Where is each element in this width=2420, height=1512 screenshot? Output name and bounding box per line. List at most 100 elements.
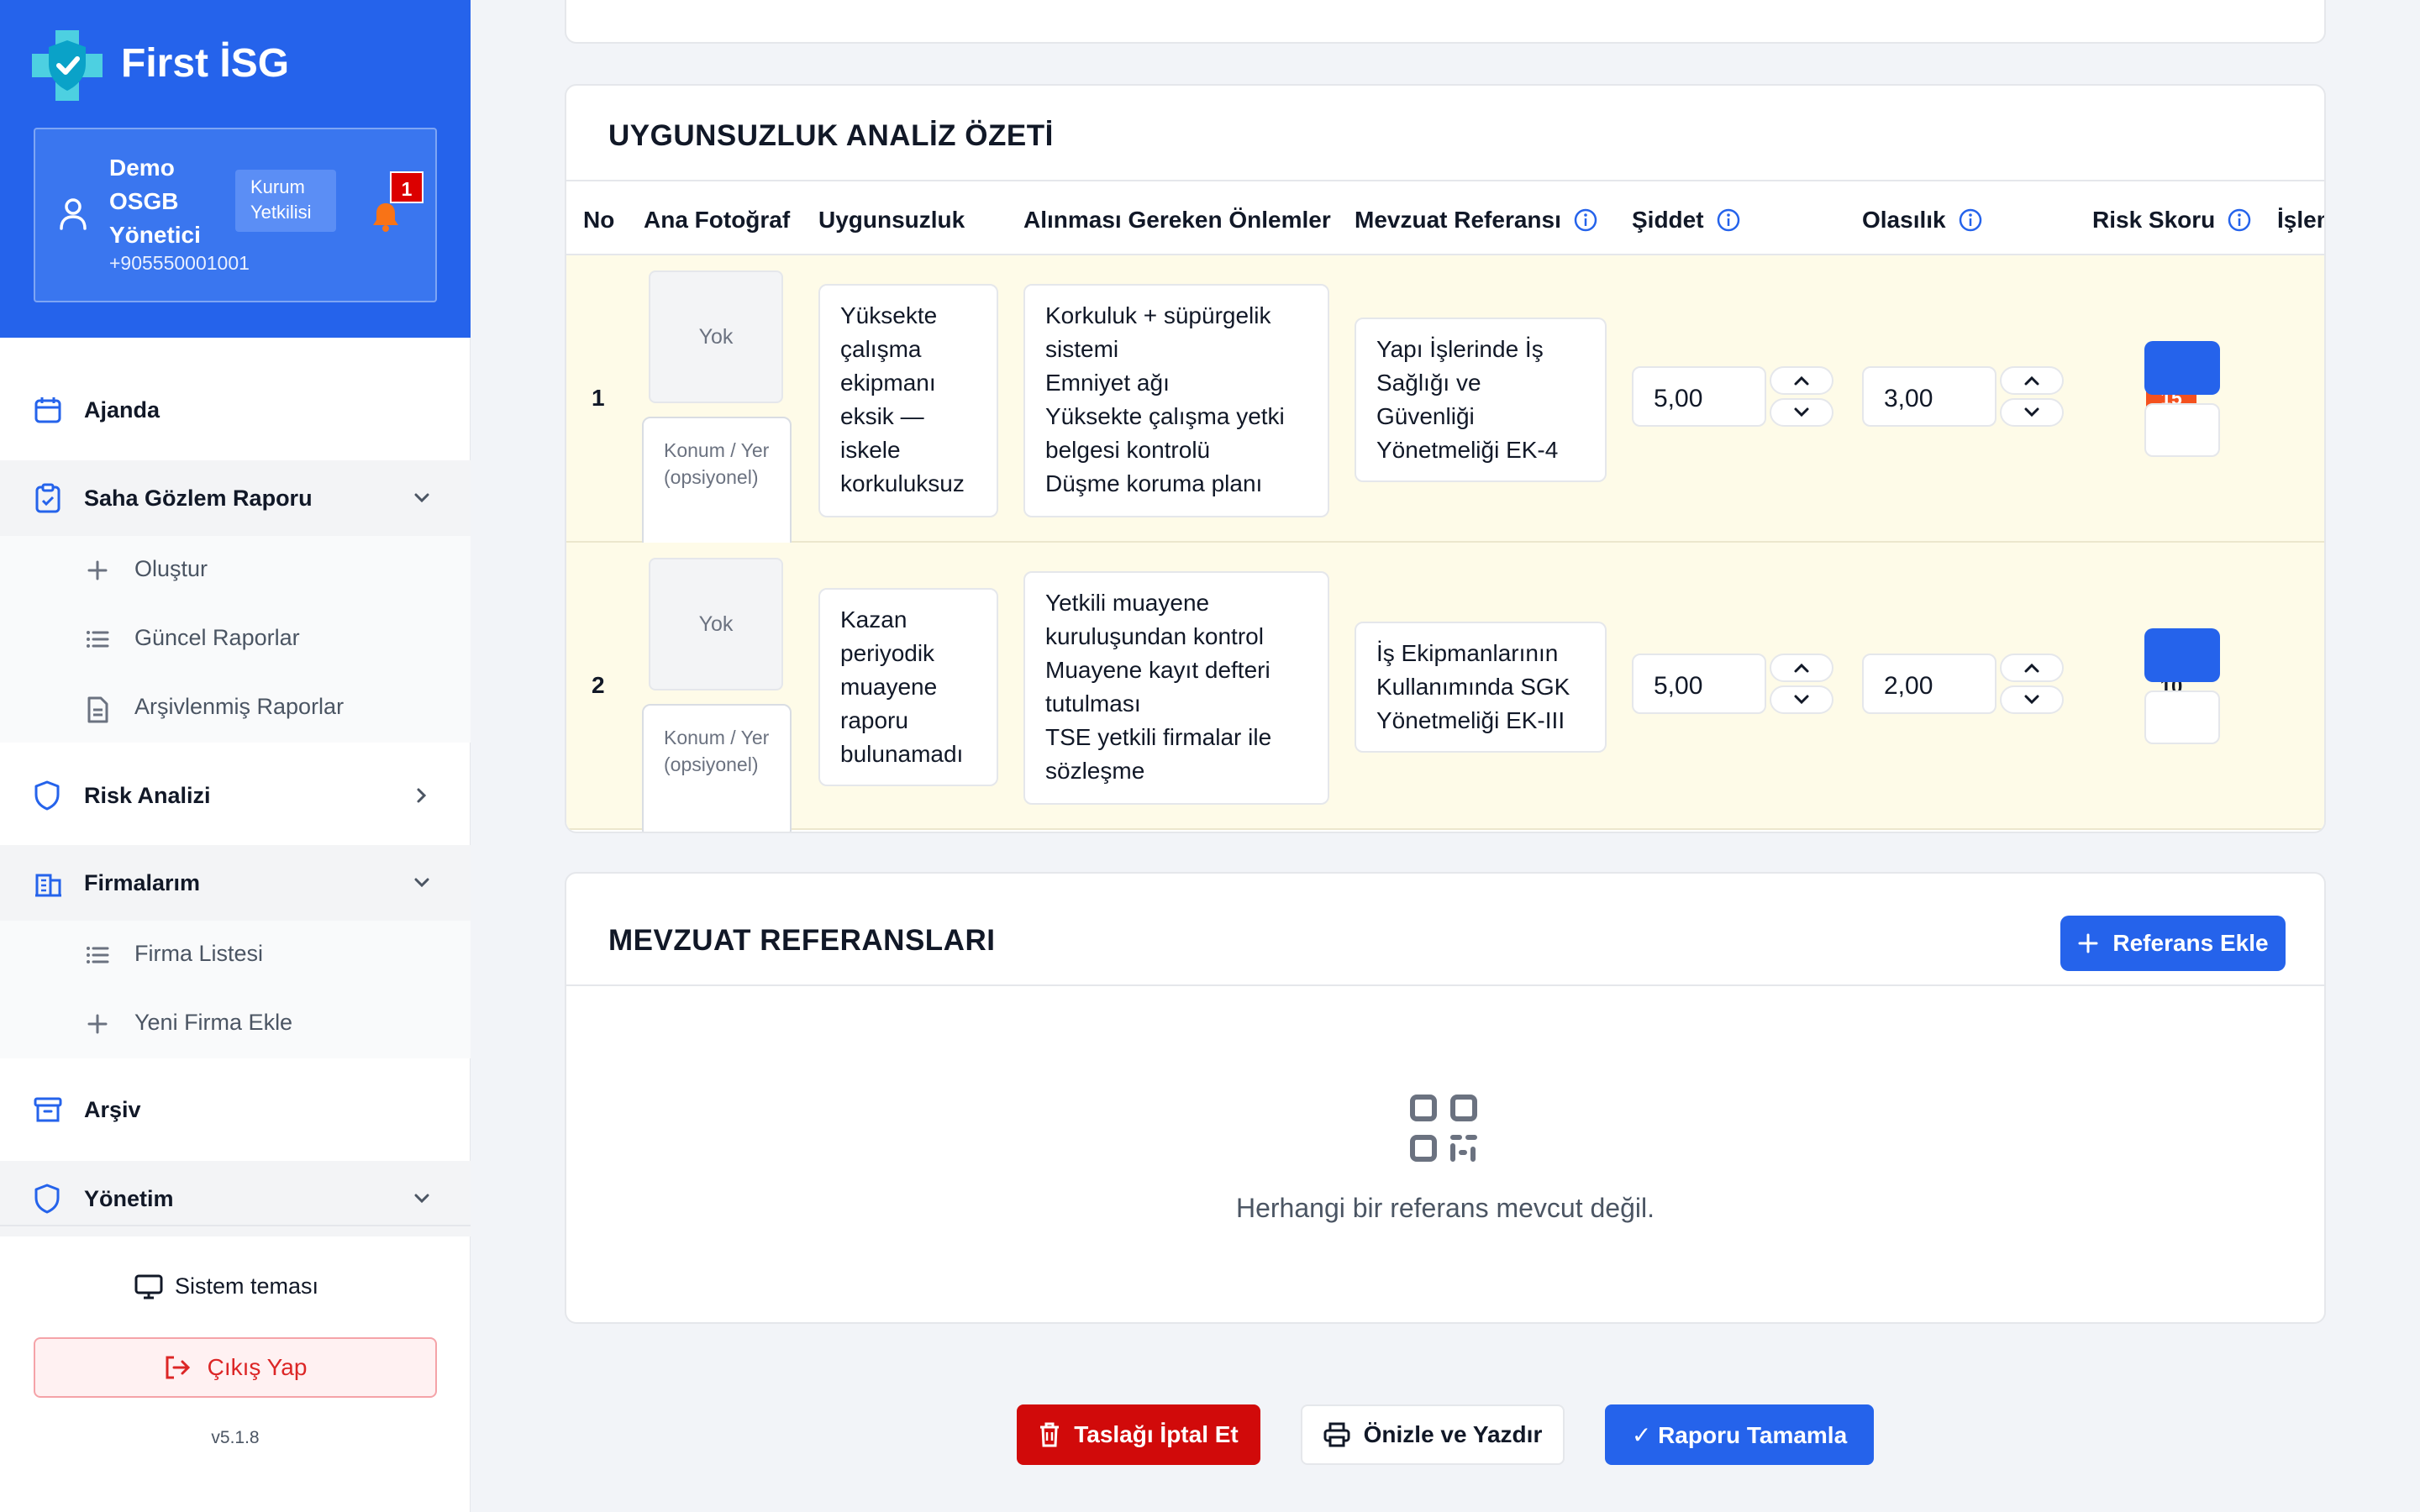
photo-placeholder[interactable]: Yok [649, 270, 783, 403]
issue-field[interactable]: Yüksekte çalışma ekipmanı eksik — iskele… [818, 284, 998, 517]
location-input[interactable]: Konum / Yer (opsiyonel) [642, 704, 792, 832]
col-photo: Ana Fotoğraf [644, 207, 791, 233]
probability-input[interactable]: 2,00 [1862, 654, 1996, 714]
analysis-summary-card: UYGUNSUZLUK ANALİZ ÖZETİ No Ana Fotoğraf… [565, 84, 2326, 833]
app-version: v5.1.8 [211, 1428, 260, 1447]
document-icon [86, 696, 109, 723]
subnav-item-guncel-raporlar[interactable]: Güncel Raporlar [0, 605, 471, 674]
measure-line: Korkuluk + süpürgelik sistemi [1045, 302, 1271, 362]
severity-stepper [1770, 654, 1833, 714]
chevron-up-icon [2023, 661, 2041, 675]
chevron-right-icon [410, 784, 434, 807]
nav-label: Firmalarım [84, 869, 201, 895]
user-card[interactable]: Demo OSGB Yönetici +905550001001 Kurum Y… [34, 128, 437, 302]
user-name: Demo OSGB Yönetici [109, 155, 201, 248]
nav-label: Yönetim [84, 1185, 174, 1211]
previous-section-card [565, 0, 2326, 44]
chevron-down-icon [2023, 406, 2041, 419]
nav-item-risk-analizi[interactable]: Risk Analizi [0, 758, 471, 833]
chevron-down-icon [1792, 693, 1811, 706]
qr-code-icon [1409, 1094, 1478, 1163]
table-row: 1 Yok Konum / Yer (opsiyonel) Yüksekte ç… [566, 255, 2324, 551]
logout-label: Çıkış Yap [207, 1354, 308, 1380]
row-action-secondary-button[interactable] [2144, 690, 2220, 744]
subnav-item-firma-listesi[interactable]: Firma Listesi [0, 921, 471, 990]
nav-item-firmalarim[interactable]: Firmalarım [0, 845, 471, 921]
increment-button[interactable] [2000, 366, 2064, 395]
list-icon [86, 943, 109, 967]
sidebar-header: First İSG Demo OSGB Yönetici +9055500010… [0, 0, 471, 338]
sidebar-divider [0, 1225, 471, 1226]
chevron-up-icon [1792, 374, 1811, 387]
logout-button[interactable]: Çıkış Yap [34, 1337, 437, 1398]
probability-input[interactable]: 3,00 [1862, 366, 1996, 427]
preview-print-button[interactable]: Önizle ve Yazdır [1301, 1404, 1565, 1465]
reference-field[interactable]: Yapı İşlerinde İş Sağlığı ve Güvenliği Y… [1355, 318, 1607, 482]
monitor-icon [134, 1274, 163, 1299]
cancel-draft-button[interactable]: Taslağı İptal Et [1017, 1404, 1260, 1465]
measure-line: Yetkili muayene kuruluşundan kontrol [1045, 590, 1264, 649]
table-header: No Ana Fotoğraf Uygunsuzluk Alınması Ger… [566, 180, 2324, 255]
chevron-up-icon [1792, 661, 1811, 675]
measures-field[interactable]: Yetkili muayene kuruluşundan kontrol Mua… [1023, 571, 1329, 805]
calendar-icon [34, 396, 62, 424]
row-action-primary-button[interactable] [2144, 341, 2220, 395]
decrement-button[interactable] [2000, 398, 2064, 427]
subnav-item-olustur[interactable]: Oluştur [0, 536, 471, 605]
measure-line: Yüksekte çalışma yetki belgesi kontrolü [1045, 403, 1285, 463]
notification-bell-icon[interactable] [371, 202, 400, 232]
increment-button[interactable] [2000, 654, 2064, 682]
complete-report-button[interactable]: ✓ Raporu Tamamla [1605, 1404, 1874, 1465]
increment-button[interactable] [1770, 654, 1833, 682]
nav-label: Saha Gözlem Raporu [84, 485, 313, 511]
trash-icon [1039, 1422, 1060, 1447]
sidebar: First İSG Demo OSGB Yönetici +9055500010… [0, 0, 471, 1512]
col-risk-score: Risk Skoru [2092, 207, 2252, 234]
shield-icon [34, 780, 60, 811]
mevzuat-title: MEVZUAT REFERANSLARI [608, 924, 996, 957]
row-action-primary-button[interactable] [2144, 628, 2220, 682]
shield-icon [34, 1184, 60, 1214]
info-icon[interactable] [1573, 207, 1598, 233]
decrement-button[interactable] [1770, 685, 1833, 714]
info-icon[interactable] [1958, 207, 1983, 233]
subnav-item-yeni-firma-ekle[interactable]: Yeni Firma Ekle [0, 990, 471, 1058]
info-icon[interactable] [2227, 207, 2252, 233]
measures-field[interactable]: Korkuluk + süpürgelik sistemi Emniyet ağ… [1023, 284, 1329, 517]
user-icon [59, 197, 87, 230]
complete-report-label: ✓ Raporu Tamamla [1631, 1421, 1848, 1448]
add-reference-button[interactable]: Referans Ekle [2060, 916, 2286, 971]
issue-field[interactable]: Kazan periyodik muayene raporu bulunamad… [818, 588, 998, 786]
table-row: 2 Yok Konum / Yer (opsiyonel) Kazan peri… [566, 543, 2324, 832]
brand-name: First İSG [121, 41, 290, 86]
subnav-label: Yeni Firma Ekle [134, 1010, 293, 1035]
cancel-draft-label: Taslağı İptal Et [1074, 1421, 1239, 1447]
photo-placeholder[interactable]: Yok [649, 558, 783, 690]
preview-print-label: Önizle ve Yazdır [1363, 1421, 1543, 1447]
nav-item-ajanda[interactable]: Ajanda [0, 376, 471, 444]
row-number: 2 [592, 672, 605, 698]
col-severity: Şiddet [1632, 207, 1741, 234]
row-action-secondary-button[interactable] [2144, 403, 2220, 457]
system-theme-label: Sistem teması [175, 1273, 319, 1299]
info-icon[interactable] [1716, 207, 1741, 233]
logout-icon [164, 1355, 191, 1380]
decrement-button[interactable] [2000, 685, 2064, 714]
severity-input[interactable]: 5,00 [1632, 366, 1766, 427]
chevron-down-icon [2023, 693, 2041, 706]
location-input[interactable]: Konum / Yer (opsiyonel) [642, 417, 792, 551]
nav-label: Risk Analizi [84, 782, 211, 808]
subnav-item-arsivlenmis-raporlar[interactable]: Arşivlenmiş Raporlar [0, 674, 471, 743]
measure-line: Muayene kayıt defteri tutulması [1045, 657, 1270, 717]
reference-field[interactable]: İş Ekipmanlarının Kullanımında SGK Yönet… [1355, 622, 1607, 753]
increment-button[interactable] [1770, 366, 1833, 395]
severity-input[interactable]: 5,00 [1632, 654, 1766, 714]
system-theme-button[interactable]: Sistem teması [134, 1273, 318, 1299]
col-actions: İşlem [2277, 207, 2324, 233]
nav-label: Ajanda [84, 396, 160, 423]
chevron-up-icon [2023, 374, 2041, 387]
decrement-button[interactable] [1770, 398, 1833, 427]
measure-line: Emniyet ağı [1045, 370, 1170, 396]
nav-item-arsiv[interactable]: Arşiv [0, 1072, 471, 1147]
nav-item-saha-gozlem[interactable]: Saha Gözlem Raporu [0, 460, 471, 536]
